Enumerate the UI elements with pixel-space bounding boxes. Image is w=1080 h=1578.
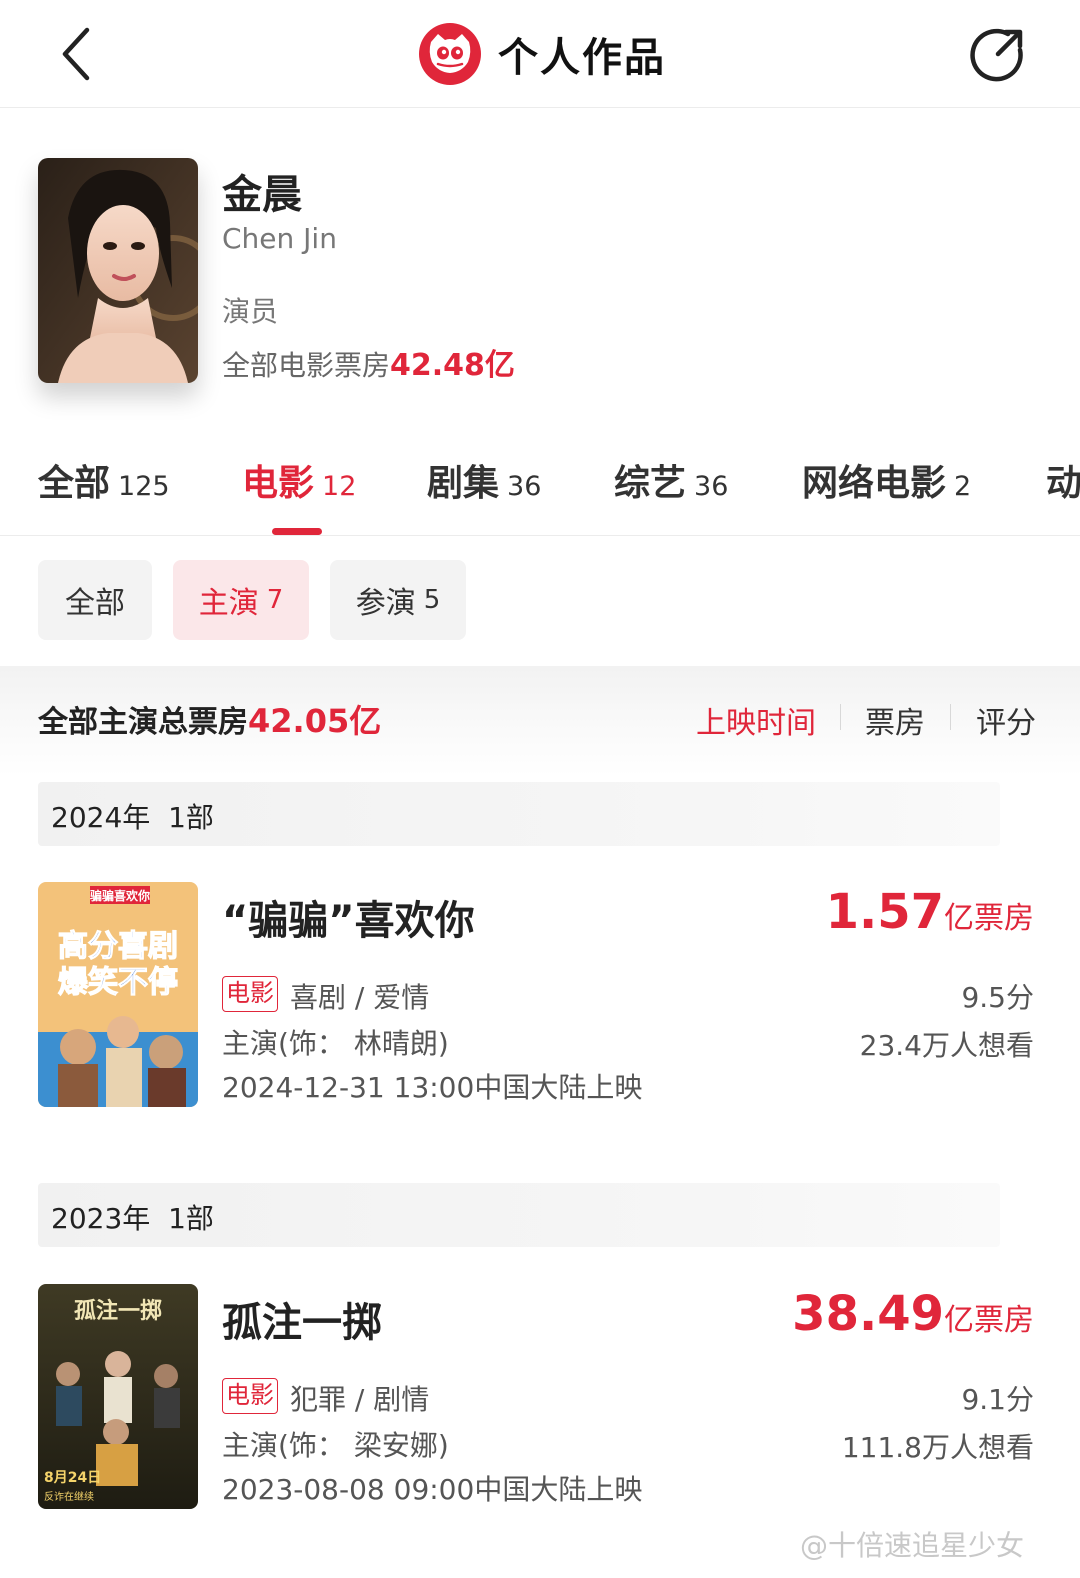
- movie-score: 9.5分: [961, 981, 1034, 1014]
- summary-bar: 全部主演总票房42.05亿 上映时间 票房 评分: [0, 666, 1080, 776]
- tab-count: 2: [954, 471, 972, 502]
- sort-box-office[interactable]: 票房: [865, 698, 925, 742]
- filter-label: 全部: [65, 586, 125, 621]
- tab-count: 12: [322, 471, 357, 502]
- summary-value: 42.05亿: [248, 702, 382, 740]
- movie-poster[interactable]: 骗骗喜欢你 高分喜剧 爆笑不停: [38, 882, 198, 1107]
- active-tab-indicator: [272, 528, 322, 535]
- lead-box-office-summary: 全部主演总票房42.05亿: [38, 696, 381, 742]
- total-box-office-value: 42.48亿: [390, 348, 515, 383]
- avatar[interactable]: [38, 158, 198, 383]
- box-office-number: 1.57: [825, 884, 944, 940]
- category-tabs: 全部 125 电影 12 剧集 36 综艺 36 网络电影 2 动: [0, 440, 1080, 536]
- filter-count: 5: [423, 585, 441, 615]
- year-header-2024: 2024年 1部: [38, 782, 1000, 846]
- movie-release-date: 2023-08-08 09:00中国大陆上映: [222, 1473, 643, 1506]
- filter-all[interactable]: 全部: [38, 560, 152, 640]
- year-text: 2024年: [51, 801, 151, 834]
- poster-title: 孤注一掷: [74, 1298, 162, 1324]
- movie-want-count: 23.4万人想看: [859, 1029, 1034, 1062]
- share-button[interactable]: [968, 24, 1028, 84]
- total-box-office: 全部电影票房42.48亿: [222, 340, 515, 384]
- svg-text:高分喜剧: 高分喜剧: [58, 929, 178, 964]
- tab-variety[interactable]: 综艺 36: [614, 454, 728, 514]
- actor-name-en: Chen Jin: [222, 222, 337, 255]
- year-label: 2023年 1部: [51, 1197, 214, 1237]
- movie-box-office: 1.57亿票房: [826, 884, 1034, 940]
- poster-image: 孤注一掷 8月24日 反诈在继续: [38, 1284, 198, 1509]
- year-count: 1部: [168, 801, 214, 834]
- tab-label: 动: [1046, 463, 1080, 504]
- filter-lead-role[interactable]: 主演 7: [173, 560, 309, 640]
- chevron-left-icon: [62, 27, 90, 81]
- movie-title[interactable]: 孤注一掷: [222, 1290, 382, 1348]
- filter-label: 主演: [198, 586, 259, 621]
- summary-label: 全部主演总票房: [38, 705, 248, 740]
- box-office-number: 38.49: [792, 1286, 944, 1342]
- movie-genre: 犯罪 / 剧情: [290, 1383, 430, 1416]
- poster-subtitle: 反诈在继续: [44, 1490, 94, 1503]
- poster-image: 骗骗喜欢你 高分喜剧 爆笑不停: [38, 882, 198, 1107]
- page-title: 个人作品: [498, 35, 666, 81]
- tab-label: 综艺: [614, 463, 687, 504]
- box-office-unit: 亿票房: [944, 901, 1034, 936]
- svg-text:爆笑不停: 爆笑不停: [58, 965, 178, 1000]
- tab-web-movies[interactable]: 网络电影 2: [802, 454, 971, 514]
- tab-animation[interactable]: 动: [1046, 454, 1080, 514]
- movie-role: 主演(饰： 林晴朗): [222, 1027, 449, 1060]
- back-button[interactable]: [55, 22, 105, 86]
- movie-type-tag: 电影: [222, 976, 278, 1012]
- divider: [950, 704, 951, 730]
- year-header-2023: 2023年 1部: [38, 1183, 1000, 1247]
- movie-type-tag: 电影: [222, 1378, 278, 1414]
- movie-poster[interactable]: 孤注一掷 8月24日 反诈在继续: [38, 1284, 198, 1509]
- tab-label: 剧集: [427, 463, 500, 504]
- actor-name: 金晨: [222, 172, 302, 218]
- tab-count: 125: [118, 471, 170, 502]
- movie-role: 主演(饰： 梁安娜): [222, 1429, 449, 1462]
- sort-rating[interactable]: 评分: [976, 698, 1036, 742]
- tab-movies[interactable]: 电影 12: [242, 454, 356, 514]
- year-label: 2024年 1部: [51, 796, 214, 836]
- year-count: 1部: [168, 1202, 214, 1235]
- tab-label: 电影: [242, 463, 315, 504]
- poster-top-title: 骗骗喜欢你: [90, 888, 150, 903]
- box-office-unit: 亿票房: [944, 1303, 1034, 1338]
- tab-count: 36: [694, 471, 729, 502]
- tab-label: 网络电影: [802, 463, 947, 504]
- top-bar: 个人作品: [0, 0, 1080, 108]
- filter-count: 7: [266, 585, 284, 615]
- sort-release-date[interactable]: 上映时间: [696, 698, 816, 742]
- movie-genre: 喜剧 / 爱情: [290, 981, 430, 1014]
- poster-date: 8月24日: [44, 1470, 101, 1486]
- total-box-office-label: 全部电影票房: [222, 349, 391, 382]
- cat-logo-icon: [419, 23, 481, 85]
- movie-score: 9.1分: [961, 1383, 1034, 1416]
- divider: [840, 704, 841, 730]
- title-group: 个人作品: [418, 22, 666, 86]
- tab-all[interactable]: 全部 125: [38, 454, 170, 514]
- movie-want-count: 111.8万人想看: [841, 1431, 1034, 1464]
- portrait-image: [38, 158, 198, 383]
- watermark: @十倍速追星少女: [800, 1529, 1025, 1562]
- tab-label: 全部: [38, 463, 111, 504]
- movie-title[interactable]: “骗骗”喜欢你: [222, 888, 475, 946]
- filter-supporting-role[interactable]: 参演 5: [330, 560, 466, 640]
- tab-count: 36: [507, 471, 542, 502]
- actor-role: 演员: [222, 295, 279, 328]
- year-text: 2023年: [51, 1202, 151, 1235]
- movie-release-date: 2024-12-31 13:00中国大陆上映: [222, 1071, 643, 1104]
- share-icon: [970, 28, 1023, 82]
- tab-series[interactable]: 剧集 36: [427, 454, 541, 514]
- filter-label: 参演: [355, 586, 416, 621]
- movie-box-office: 38.49亿票房: [792, 1286, 1034, 1342]
